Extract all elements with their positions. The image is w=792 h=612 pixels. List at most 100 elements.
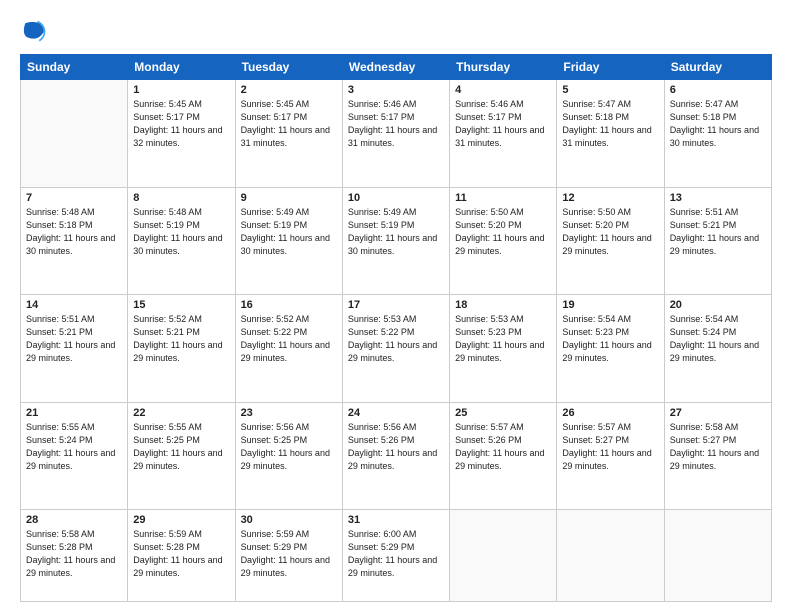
day-info: Sunrise: 5:51 AMSunset: 5:21 PMDaylight:…: [670, 206, 766, 258]
day-info: Sunrise: 5:58 AMSunset: 5:28 PMDaylight:…: [26, 528, 122, 580]
calendar-header-wednesday: Wednesday: [342, 55, 449, 80]
day-cell: 27Sunrise: 5:58 AMSunset: 5:27 PMDayligh…: [664, 402, 771, 510]
day-cell: 13 Sunrise: 5:51 AMSunset: 5:21 PMDayligh…: [664, 187, 771, 295]
day-number: 22: [133, 407, 229, 419]
day-cell: 21 Sunrise: 5:55 AMSunset: 5:24 PMDayligh…: [21, 402, 128, 510]
day-number: 30: [241, 514, 337, 526]
day-info: Sunrise: 5:59 AMSunset: 5:29 PMDaylight:…: [241, 528, 337, 580]
day-cell: 24 Sunrise: 5:56 AMSunset: 5:26 PMDayligh…: [342, 402, 449, 510]
day-cell: [557, 510, 664, 602]
day-number: 4: [455, 84, 551, 96]
day-number: 31: [348, 514, 444, 526]
calendar-table: SundayMondayTuesdayWednesdayThursdayFrid…: [20, 54, 772, 602]
day-info: Sunrise: 5:45 AMSunset: 5:17 PMDaylight:…: [241, 98, 337, 150]
day-cell: 26 Sunrise: 5:57 AMSunset: 5:27 PMDayligh…: [557, 402, 664, 510]
day-number: 13: [670, 192, 766, 204]
day-cell: 6 Sunrise: 5:47 AMSunset: 5:18 PMDaylight…: [664, 80, 771, 188]
day-cell: 4 Sunrise: 5:46 AMSunset: 5:17 PMDaylight…: [450, 80, 557, 188]
day-number: 26: [562, 407, 658, 419]
day-number: 9: [241, 192, 337, 204]
day-cell: 8 Sunrise: 5:48 AMSunset: 5:19 PMDaylight…: [128, 187, 235, 295]
day-number: 8: [133, 192, 229, 204]
day-info: Sunrise: 5:48 AMSunset: 5:19 PMDaylight:…: [133, 206, 229, 258]
calendar-header-tuesday: Tuesday: [235, 55, 342, 80]
day-info: Sunrise: 5:45 AMSunset: 5:17 PMDaylight:…: [133, 98, 229, 150]
day-number: 29: [133, 514, 229, 526]
day-number: 28: [26, 514, 122, 526]
day-cell: 18 Sunrise: 5:53 AMSunset: 5:23 PMDayligh…: [450, 295, 557, 403]
day-number: 2: [241, 84, 337, 96]
day-number: 21: [26, 407, 122, 419]
day-number: 10: [348, 192, 444, 204]
day-number: 12: [562, 192, 658, 204]
day-number: 3: [348, 84, 444, 96]
day-number: 25: [455, 407, 551, 419]
day-number: 14: [26, 299, 122, 311]
week-row-3: 14 Sunrise: 5:51 AMSunset: 5:21 PMDayligh…: [21, 295, 772, 403]
day-cell: 19Sunrise: 5:54 AMSunset: 5:23 PMDayligh…: [557, 295, 664, 403]
day-cell: 10 Sunrise: 5:49 AMSunset: 5:19 PMDayligh…: [342, 187, 449, 295]
day-info: Sunrise: 5:55 AMSunset: 5:24 PMDaylight:…: [26, 421, 122, 473]
day-cell: 30 Sunrise: 5:59 AMSunset: 5:29 PMDayligh…: [235, 510, 342, 602]
calendar-header-friday: Friday: [557, 55, 664, 80]
header: [20, 18, 772, 46]
day-info: Sunrise: 5:58 AMSunset: 5:27 PMDaylight:…: [670, 421, 766, 473]
day-number: 11: [455, 192, 551, 204]
day-cell: 1 Sunrise: 5:45 AMSunset: 5:17 PMDaylight…: [128, 80, 235, 188]
day-info: Sunrise: 5:57 AMSunset: 5:26 PMDaylight:…: [455, 421, 551, 473]
day-info: Sunrise: 5:54 AMSunset: 5:24 PMDaylight:…: [670, 313, 766, 365]
day-info: Sunrise: 5:55 AMSunset: 5:25 PMDaylight:…: [133, 421, 229, 473]
day-cell: [21, 80, 128, 188]
day-info: Sunrise: 5:46 AMSunset: 5:17 PMDaylight:…: [455, 98, 551, 150]
day-info: Sunrise: 5:50 AMSunset: 5:20 PMDaylight:…: [455, 206, 551, 258]
day-number: 6: [670, 84, 766, 96]
day-cell: 11 Sunrise: 5:50 AMSunset: 5:20 PMDayligh…: [450, 187, 557, 295]
week-row-5: 28 Sunrise: 5:58 AMSunset: 5:28 PMDayligh…: [21, 510, 772, 602]
day-cell: 28 Sunrise: 5:58 AMSunset: 5:28 PMDayligh…: [21, 510, 128, 602]
day-cell: 29 Sunrise: 5:59 AMSunset: 5:28 PMDayligh…: [128, 510, 235, 602]
day-info: Sunrise: 5:59 AMSunset: 5:28 PMDaylight:…: [133, 528, 229, 580]
day-number: 16: [241, 299, 337, 311]
day-number: 19: [562, 299, 658, 311]
day-cell: 14 Sunrise: 5:51 AMSunset: 5:21 PMDayligh…: [21, 295, 128, 403]
day-cell: 5 Sunrise: 5:47 AMSunset: 5:18 PMDaylight…: [557, 80, 664, 188]
day-info: Sunrise: 5:50 AMSunset: 5:20 PMDaylight:…: [562, 206, 658, 258]
day-cell: 16 Sunrise: 5:52 AMSunset: 5:22 PMDayligh…: [235, 295, 342, 403]
day-cell: [664, 510, 771, 602]
day-number: 7: [26, 192, 122, 204]
calendar-header-monday: Monday: [128, 55, 235, 80]
day-cell: 15Sunrise: 5:52 AMSunset: 5:21 PMDayligh…: [128, 295, 235, 403]
day-info: Sunrise: 5:56 AMSunset: 5:26 PMDaylight:…: [348, 421, 444, 473]
day-cell: 23 Sunrise: 5:56 AMSunset: 5:25 PMDayligh…: [235, 402, 342, 510]
day-info: Sunrise: 5:49 AMSunset: 5:19 PMDaylight:…: [348, 206, 444, 258]
day-cell: 9 Sunrise: 5:49 AMSunset: 5:19 PMDaylight…: [235, 187, 342, 295]
calendar-header-thursday: Thursday: [450, 55, 557, 80]
day-number: 5: [562, 84, 658, 96]
logo: [20, 18, 52, 46]
day-cell: 25 Sunrise: 5:57 AMSunset: 5:26 PMDayligh…: [450, 402, 557, 510]
week-row-1: 1 Sunrise: 5:45 AMSunset: 5:17 PMDaylight…: [21, 80, 772, 188]
day-info: Sunrise: 5:53 AMSunset: 5:23 PMDaylight:…: [455, 313, 551, 365]
day-number: 24: [348, 407, 444, 419]
calendar-header-sunday: Sunday: [21, 55, 128, 80]
logo-icon: [20, 18, 48, 46]
day-info: Sunrise: 5:47 AMSunset: 5:18 PMDaylight:…: [670, 98, 766, 150]
week-row-2: 7 Sunrise: 5:48 AMSunset: 5:18 PMDaylight…: [21, 187, 772, 295]
day-info: Sunrise: 5:56 AMSunset: 5:25 PMDaylight:…: [241, 421, 337, 473]
day-info: Sunrise: 5:47 AMSunset: 5:18 PMDaylight:…: [562, 98, 658, 150]
day-info: Sunrise: 5:57 AMSunset: 5:27 PMDaylight:…: [562, 421, 658, 473]
day-info: Sunrise: 5:49 AMSunset: 5:19 PMDaylight:…: [241, 206, 337, 258]
calendar-header-saturday: Saturday: [664, 55, 771, 80]
calendar-header-row: SundayMondayTuesdayWednesdayThursdayFrid…: [21, 55, 772, 80]
day-info: Sunrise: 5:51 AMSunset: 5:21 PMDaylight:…: [26, 313, 122, 365]
day-info: Sunrise: 6:00 AMSunset: 5:29 PMDaylight:…: [348, 528, 444, 580]
day-number: 1: [133, 84, 229, 96]
day-cell: 7 Sunrise: 5:48 AMSunset: 5:18 PMDaylight…: [21, 187, 128, 295]
day-info: Sunrise: 5:52 AMSunset: 5:22 PMDaylight:…: [241, 313, 337, 365]
week-row-4: 21 Sunrise: 5:55 AMSunset: 5:24 PMDayligh…: [21, 402, 772, 510]
day-info: Sunrise: 5:48 AMSunset: 5:18 PMDaylight:…: [26, 206, 122, 258]
day-number: 18: [455, 299, 551, 311]
day-number: 15: [133, 299, 229, 311]
day-number: 23: [241, 407, 337, 419]
day-cell: 22 Sunrise: 5:55 AMSunset: 5:25 PMDayligh…: [128, 402, 235, 510]
